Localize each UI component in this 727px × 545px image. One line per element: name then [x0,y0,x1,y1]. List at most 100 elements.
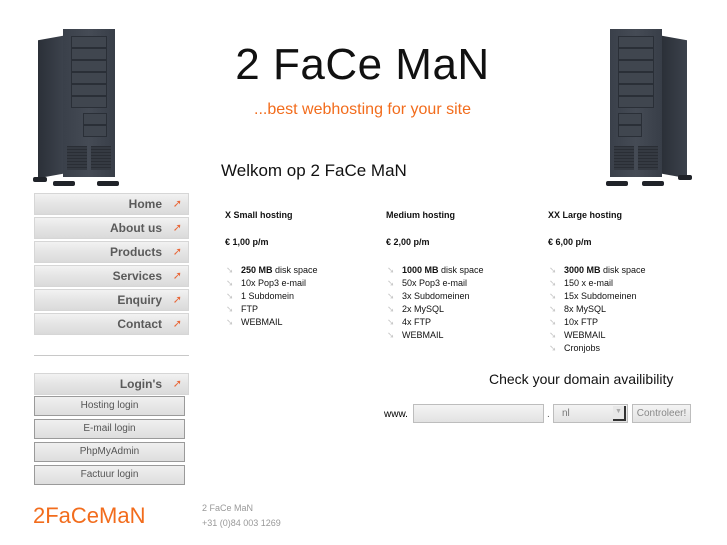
email-login-button[interactable]: E-mail login [34,419,185,439]
plan-feature: ➘ 150 x e-mail [548,277,646,290]
feature-text: disk space [438,265,484,275]
menu-item-label: Enquiry [117,293,162,307]
plan-name: X Small hosting [225,210,293,220]
arrow-icon: ➚ [172,246,182,258]
arrow-icon: ➚ [172,222,182,234]
bullet-arrow-icon: ➘ [549,304,557,314]
plan-feature: ➘ FTP [225,303,318,316]
plan-feature: ➘ 1 Subdomein [225,290,318,303]
dot-separator: . [547,409,550,420]
plan-feature: ➘ 10x Pop3 e-mail [225,277,318,290]
bullet-arrow-icon: ➘ [387,278,395,288]
bullet-arrow-icon: ➘ [226,304,234,314]
plan-feature: ➘ 15x Subdomeinen [548,290,646,303]
feature-text: 50x Pop3 e-mail [402,278,468,288]
arrow-icon: ➚ [172,318,182,330]
menu-item-enquiry[interactable]: Enquiry ➚ [34,289,189,311]
arrow-icon: ➚ [172,294,182,306]
feature-text: 10x FTP [564,317,599,327]
footer-phone: +31 (0)84 003 1269 [202,518,281,528]
site-tagline: ...best webhosting for your site [254,101,471,118]
plan-x-small: X Small hosting € 1,00 p/m ➘ 250 MB disk … [225,210,318,329]
plan-name: Medium hosting [386,210,455,220]
feature-text: disk space [600,265,646,275]
welcome-heading: Welkom op 2 FaCe MaN [221,161,407,180]
plan-feature: ➘ 50x Pop3 e-mail [386,277,484,290]
feature-highlight: 1000 MB [402,265,439,275]
plan-feature: ➘ WEBMAIL [548,329,646,342]
logins-header[interactable]: Login's ➚ [34,373,189,395]
plan-feature: ➘ Cronjobs [548,342,646,355]
bullet-arrow-icon: ➘ [387,291,395,301]
menu-item-label: About us [110,221,162,235]
plan-features: ➘ 1000 MB disk space ➘ 50x Pop3 e-mail ➘ 3x S… [386,264,484,342]
login-menu: Login's ➚ Hosting login E-mail login Php… [34,373,189,488]
feature-text: 8x MySQL [564,304,607,314]
plan-feature: ➘ 3000 MB disk space [548,264,646,277]
domain-name-input[interactable] [413,404,544,423]
plan-price: € 2,00 p/m [386,237,430,247]
feature-highlight: 250 MB [241,265,273,275]
plan-features: ➘ 250 MB disk space ➘ 10x Pop3 e-mail ➘ 1 Sub… [225,264,318,329]
plan-feature: ➘ WEBMAIL [225,316,318,329]
hosting-login-button[interactable]: Hosting login [34,396,185,416]
chevron-down-icon[interactable]: ▼ [613,406,626,421]
plan-feature: ➘ 8x MySQL [548,303,646,316]
bullet-arrow-icon: ➘ [226,278,234,288]
footer-logo: 2FaCeMaN [33,503,146,528]
arrow-icon: ➚ [172,270,182,282]
plan-feature: ➘ 3x Subdomeinen [386,290,484,303]
menu-item-services[interactable]: Services ➚ [34,265,189,287]
tld-select[interactable]: nl ▼ [553,404,628,423]
bullet-arrow-icon: ➘ [549,330,557,340]
feature-text: disk space [272,265,318,275]
arrow-icon: ➚ [172,198,182,210]
domain-check-heading: Check your domain availibility [489,371,674,387]
feature-text: WEBMAIL [241,317,283,327]
plan-feature: ➘ 2x MySQL [386,303,484,316]
plan-xx-large: XX Large hosting € 6,00 p/m ➘ 3000 MB dis… [548,210,646,355]
bullet-arrow-icon: ➘ [226,291,234,301]
feature-text: WEBMAIL [402,330,444,340]
server-tower-image-left [33,27,123,186]
menu-item-label: Contact [117,317,162,331]
plan-price: € 6,00 p/m [548,237,592,247]
phpmyadmin-button[interactable]: PhpMyAdmin [34,442,185,462]
tld-selected-value: nl [562,408,570,419]
plan-features: ➘ 3000 MB disk space ➘ 150 x e-mail ➘ 15x Sub… [548,264,646,355]
feature-text: WEBMAIL [564,330,606,340]
feature-text: 150 x e-mail [564,278,614,288]
plan-medium: Medium hosting € 2,00 p/m ➘ 1000 MB disk … [386,210,484,342]
menu-item-products[interactable]: Products ➚ [34,241,189,263]
factuur-login-button[interactable]: Factuur login [34,465,185,485]
feature-text: 10x Pop3 e-mail [241,278,307,288]
feature-text: FTP [241,304,258,314]
menu-item-contact[interactable]: Contact ➚ [34,313,189,335]
bullet-arrow-icon: ➘ [387,330,395,340]
menu-item-label: Services [112,269,162,283]
site-title: 2 FaCe MaN [235,40,490,89]
plan-feature: ➘ 250 MB disk space [225,264,318,277]
bullet-arrow-icon: ➘ [549,317,557,327]
main-menu: Home ➚ About us ➚ Products ➚ Services ➚ … [34,193,189,337]
feature-text: 4x FTP [402,317,432,327]
feature-text: 15x Subdomeinen [564,291,637,301]
feature-text: 3x Subdomeinen [402,291,470,301]
plan-feature: ➘ WEBMAIL [386,329,484,342]
plan-feature: ➘ 1000 MB disk space [386,264,484,277]
menu-item-home[interactable]: Home ➚ [34,193,189,215]
plan-feature: ➘ 10x FTP [548,316,646,329]
bullet-arrow-icon: ➘ [226,317,234,327]
bullet-arrow-icon: ➘ [226,265,234,275]
bullet-arrow-icon: ➘ [549,291,557,301]
bullet-arrow-icon: ➘ [549,343,557,353]
plan-feature: ➘ 4x FTP [386,316,484,329]
feature-highlight: 3000 MB [564,265,601,275]
bullet-arrow-icon: ➘ [549,265,557,275]
feature-text: 2x MySQL [402,304,445,314]
menu-item-label: Home [128,197,162,211]
menu-item-about-us[interactable]: About us ➚ [34,217,189,239]
plan-name: XX Large hosting [548,210,623,220]
bullet-arrow-icon: ➘ [549,278,557,288]
check-domain-button[interactable]: Controleer! [632,404,691,423]
